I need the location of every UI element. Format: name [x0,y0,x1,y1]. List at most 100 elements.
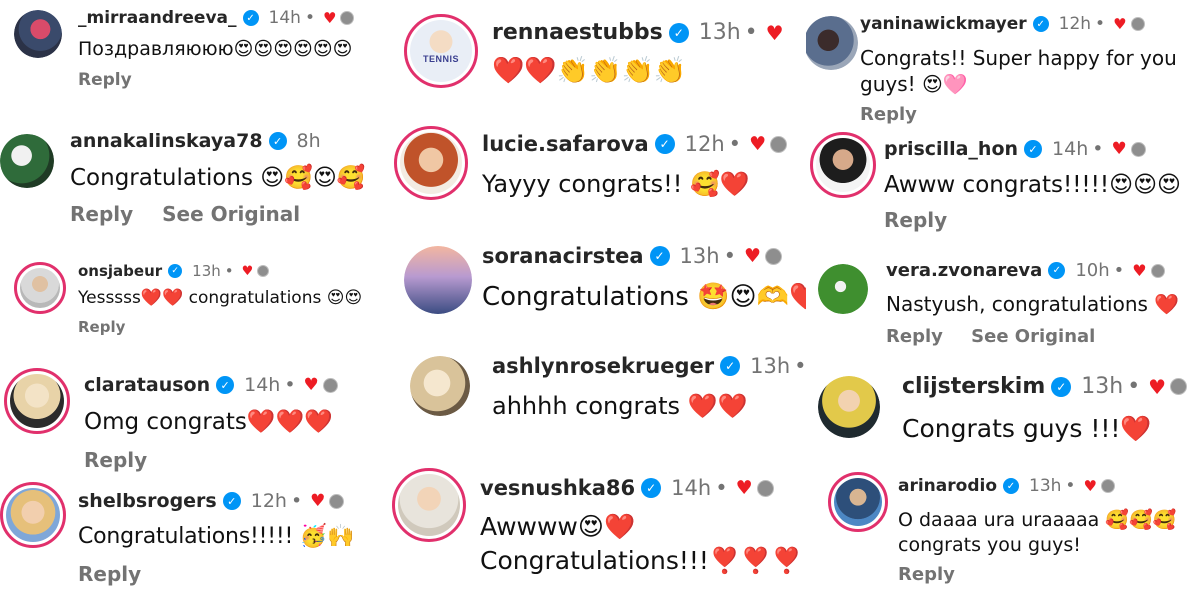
username[interactable]: yaninawickmayer [860,14,1027,34]
reply-button[interactable]: Reply [70,202,133,226]
separator-dot: • [1092,138,1104,160]
comment-header: clijsterskim ✓ 13h • ♥ [902,374,1188,399]
avatar[interactable] [0,482,66,548]
verified-badge-icon: ✓ [720,356,741,376]
avatar[interactable] [14,262,66,314]
avatar[interactable] [828,472,888,532]
heart-icon: ♥ [743,245,761,267]
reply-button[interactable]: Reply [78,318,125,336]
timestamp: 13h [679,244,720,268]
timestamp: 14h [671,476,712,500]
comment-emoji: 😍😍😍 [1109,172,1182,198]
timestamp: 14h [268,8,301,28]
verified-badge-icon: ✓ [668,22,689,43]
comment-card: onsjabeur ✓ 13h • ♥ Yesssss❤️❤️ congratu… [0,252,395,356]
comment-emoji: ❤️ [1154,292,1180,316]
comment-header: arinarodio ✓ 13h • ♥ [898,476,1115,496]
username[interactable]: shelbsrogers [78,490,217,512]
comment-text-content: O daaaa ura uraaaaa [898,509,1106,531]
timestamp: 14h [1052,138,1089,160]
verified-badge-icon: ✓ [1051,376,1072,397]
separator-dot: • [794,354,807,378]
comment-text-content: Congratulations!!!!! [78,524,300,549]
comment-header: soranacirstea ✓ 13h • ♥ [482,244,782,268]
verified-badge-icon: ✓ [268,132,287,150]
avatar[interactable] [14,10,62,58]
avatar[interactable] [810,132,876,198]
avatar[interactable] [410,356,470,416]
comment-column-3: yaninawickmayer ✓ 12h • ♥ Congrats!! Sup… [806,0,1200,600]
reply-button[interactable]: Reply [898,564,955,585]
username[interactable]: priscilla_hon [884,138,1018,160]
avatar-label: TENNIS [422,54,459,65]
comment-emoji: ❤️❤️ [140,288,184,308]
reply-button[interactable]: Reply [78,70,132,90]
username[interactable]: lucie.safarova [482,132,649,156]
avatar[interactable] [392,468,466,542]
comment-header: _mirraandreeva_ ✓ 14h • ♥ [78,8,355,28]
username[interactable]: clijsterskim [902,374,1045,399]
comment-text-content: ahhhh congrats [492,392,688,420]
comment-header: onsjabeur ✓ 13h • ♥ [78,262,270,280]
comment-actions: Reply [78,70,154,90]
comment-emoji: 😍❤️ [577,512,636,541]
avatar[interactable] [0,134,54,188]
comment-text: Awwww😍❤️ [480,512,635,542]
comment-card: arinarodio ✓ 13h • ♥ O daaaa ura uraaaaa… [806,464,1200,600]
creator-avatar-icon [1150,263,1165,278]
verified-badge-icon: ✓ [216,376,235,394]
username[interactable]: soranacirstea [482,244,644,268]
username[interactable]: _mirraandreeva_ [78,8,237,28]
see-original-button[interactable]: See Original [162,202,300,226]
heart-icon: ♥ [1148,374,1167,399]
avatar[interactable] [806,16,858,70]
reply-button[interactable]: Reply [884,208,947,232]
username[interactable]: onsjabeur [78,262,162,280]
timestamp: 13h [1029,476,1062,496]
username[interactable]: vera.zvonareva [886,260,1042,281]
username[interactable]: rennaestubbs [492,20,663,45]
see-original-button[interactable]: See Original [971,326,1095,347]
comment-actions: Reply [898,564,977,585]
comment-column-1: _mirraandreeva_ ✓ 14h • ♥ Поздравляююю😍😍… [0,0,395,600]
comment-emoji: 🥳🙌 [299,524,355,549]
reply-button[interactable]: Reply [78,562,141,586]
comment-text-content: Nastyush, congratulations [886,292,1155,316]
comment-text-content: Congratulations [70,165,261,191]
username[interactable]: vesnushka86 [480,476,635,500]
avatar[interactable] [404,246,472,314]
avatar[interactable]: TENNIS [404,14,478,88]
avatar[interactable] [394,126,468,200]
comment-text: Yesssss❤️❤️ congratulations 😍😍 [78,288,362,308]
comment-text: ahhhh congrats ❤️❤️ [492,392,747,420]
username[interactable]: claratauson [84,374,210,396]
separator-dot: • [284,374,296,396]
comment-card: TENNIS rennaestubbs ✓ 13h • ♥ ❤️❤️👏👏👏👏 [392,0,812,118]
username[interactable]: annakalinskaya78 [70,130,263,152]
reply-button[interactable]: Reply [84,448,147,472]
separator-dot: • [728,132,742,156]
heart-icon: ♥ [765,20,784,45]
separator-dot: • [1127,374,1141,399]
creator-avatar-icon [257,265,270,277]
heart-icon: ♥ [241,263,254,279]
comment-text: ❤️❤️👏👏👏👏 [492,56,686,86]
username[interactable]: arinarodio [898,476,997,496]
timestamp: 12h [1058,14,1092,34]
heart-icon: ♥ [1113,15,1127,33]
creator-avatar-icon [1170,378,1188,395]
avatar[interactable] [818,264,868,314]
timestamp: 12h [250,490,287,512]
separator-dot: • [1095,14,1106,34]
avatar[interactable] [4,368,70,434]
comment-actions: Reply [84,448,169,472]
creator-avatar-icon [756,479,774,497]
reply-button[interactable]: Reply [860,104,917,124]
comment-text-content: guys! [860,72,923,96]
comment-actions: Reply [78,562,163,586]
timestamp: 13h [1081,374,1124,399]
reply-button[interactable]: Reply [886,326,943,347]
username[interactable]: ashlynrosekrueger [492,354,714,378]
comment-header: shelbsrogers ✓ 12h • ♥ [78,490,345,512]
avatar[interactable] [818,376,880,438]
